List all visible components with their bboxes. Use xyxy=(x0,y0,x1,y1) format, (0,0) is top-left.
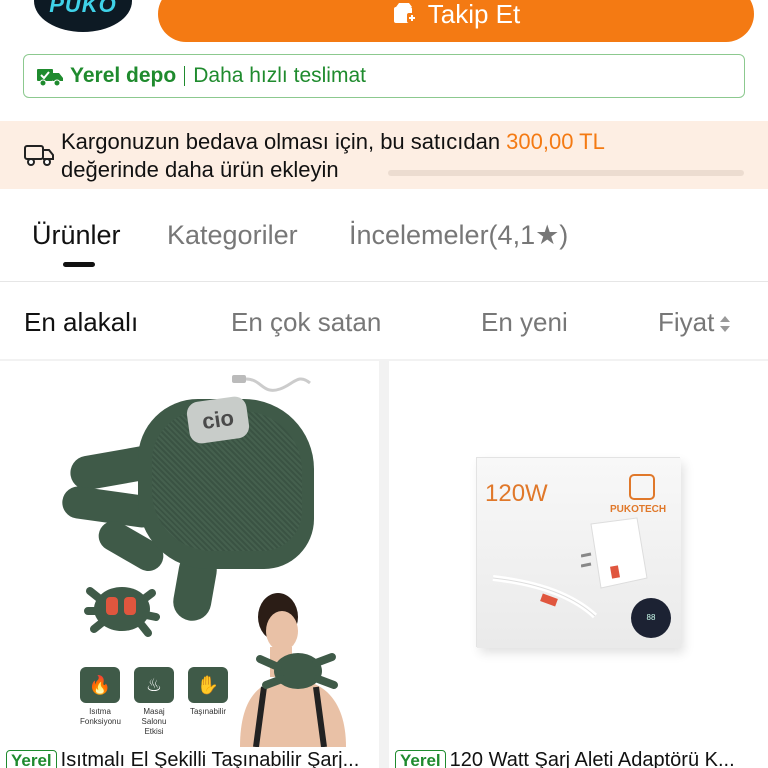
feature-portable: ✋ Taşınabilir xyxy=(188,667,228,737)
sort-newest[interactable]: En yeni xyxy=(481,307,568,338)
feature-label: Isıtma Fonksiyonu xyxy=(80,707,121,726)
product-card[interactable]: 120W PUKOTECH 88 Yerel 120 Watt Şarj Ale… xyxy=(389,361,768,768)
sort-price-label: Fiyat xyxy=(658,307,715,337)
feature-massage: ♨ Masaj Salonu Etkisi xyxy=(134,667,174,737)
massager-logo: cio xyxy=(185,395,251,445)
sort-relevant[interactable]: En alakalı xyxy=(24,307,138,338)
promo-line-2: değerinde daha ürün ekleyin xyxy=(61,157,339,182)
sort-arrows-icon xyxy=(720,316,731,333)
active-tab-indicator xyxy=(63,262,95,267)
product-title-row: Yerel Isıtmalı El Şekilli Taşınabilir Şa… xyxy=(6,749,359,768)
follow-button[interactable]: Takip Et xyxy=(158,0,754,42)
feature-label: Taşınabilir xyxy=(189,707,226,716)
product-title: 120 Watt Şarj Aleti Adaptörü K... xyxy=(449,749,735,768)
promo-progress-bar xyxy=(388,170,744,176)
sort-price[interactable]: Fiyat xyxy=(658,307,732,338)
store-logo-text: PUKO xyxy=(49,0,117,17)
sort-best-selling[interactable]: En çok satan xyxy=(231,307,381,338)
product-card[interactable]: cio 🔥 Isıtma Fonksiyonu ♨ Masaj Salonu E… xyxy=(0,361,379,768)
product-image: 120W PUKOTECH 88 xyxy=(389,361,768,741)
tab-products[interactable]: Ürünler xyxy=(32,220,121,251)
depot-separator xyxy=(184,66,186,86)
usb-cable-image xyxy=(232,375,311,392)
local-badge: Yerel xyxy=(395,749,446,768)
store-add-icon xyxy=(393,3,417,23)
feature-icons: 🔥 Isıtma Fonksiyonu ♨ Masaj Salonu Etkis… xyxy=(80,667,228,737)
display-disc-image: 88 xyxy=(631,598,671,638)
product-image: cio 🔥 Isıtma Fonksiyonu ♨ Masaj Salonu E… xyxy=(0,361,379,747)
feature-heating: 🔥 Isıtma Fonksiyonu xyxy=(80,667,121,737)
power-rating: 120W xyxy=(485,480,548,507)
truck-icon xyxy=(37,69,63,87)
depot-subtitle: Daha hızlı teslimat xyxy=(193,64,366,87)
massager-heat-image xyxy=(84,587,160,637)
promo-amount: 300,00 TL xyxy=(506,129,605,154)
flame-icon: 🔥 xyxy=(80,667,120,703)
usb-c-cable-image xyxy=(492,575,598,619)
promo-line-1: Kargonuzun bedava olması için, bu satıcı… xyxy=(61,129,605,155)
charger-box-face: 120W PUKOTECH 88 xyxy=(477,458,681,648)
brand-name: PUKOTECH xyxy=(610,504,667,515)
sort-bar: En alakalı En çok satan En yeni Fiyat xyxy=(0,283,768,359)
store-tabs: Ürünler Kategoriler İncelemeler(4,1★) xyxy=(0,200,768,282)
hand-icon: ✋ xyxy=(188,667,228,703)
promo-text: Kargonuzun bedava olması için, bu satıcı… xyxy=(61,129,507,154)
product-title-row: Yerel 120 Watt Şarj Aleti Adaptörü K... xyxy=(395,749,735,768)
depot-title: Yerel depo xyxy=(70,64,177,87)
local-badge: Yerel xyxy=(6,749,57,768)
follow-label: Takip Et xyxy=(427,0,521,29)
tab-categories[interactable]: Kategoriler xyxy=(167,220,298,251)
charger-box: 120W PUKOTECH 88 xyxy=(476,457,681,648)
product-title: Isıtmalı El Şekilli Taşınabilir Şarj... xyxy=(60,749,360,768)
tab-reviews[interactable]: İncelemeler(4,1★) xyxy=(349,220,568,251)
brand-logo-icon xyxy=(629,474,655,500)
store-logo[interactable]: PUKO xyxy=(34,0,132,32)
massage-icon: ♨ xyxy=(134,667,174,703)
delivery-truck-icon xyxy=(24,145,54,166)
local-depot-banner[interactable]: Yerel depo Daha hızlı teslimat xyxy=(23,54,745,98)
free-shipping-promo: Kargonuzun bedava olması için, bu satıcı… xyxy=(0,121,768,189)
model-image xyxy=(240,593,346,747)
feature-label: Masaj Salonu Etkisi xyxy=(141,707,167,736)
